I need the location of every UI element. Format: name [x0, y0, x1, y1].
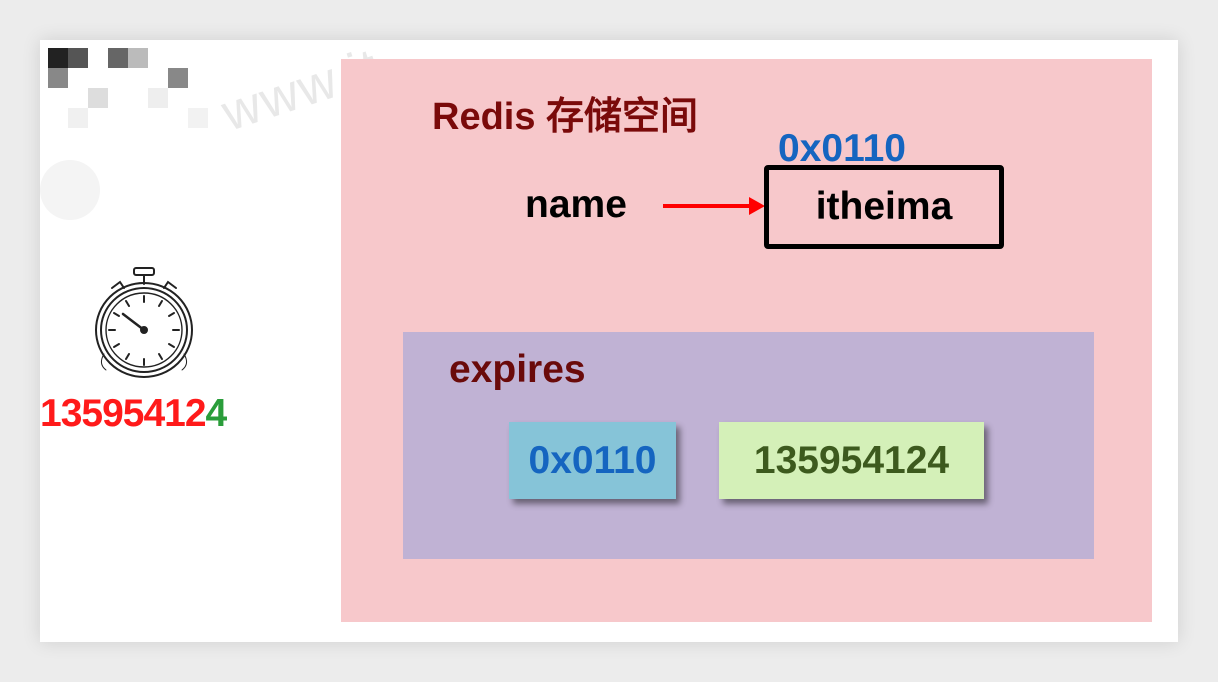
redis-storage-space: Redis 存储空间 0x0110 name itheima expires 0…	[341, 59, 1152, 622]
redis-title: Redis 存储空间	[432, 96, 699, 138]
timer-value: 135954124	[40, 392, 228, 436]
value-box: itheima	[764, 165, 1004, 249]
arrow-icon	[663, 197, 765, 215]
expires-area: expires 0x0110 135954124	[403, 332, 1094, 559]
expires-label: expires	[449, 348, 586, 391]
watermark: www.it	[40, 40, 387, 240]
timer-value-digits: 13595412	[40, 392, 207, 435]
timer-value-last-digit: 4	[205, 392, 228, 435]
key-name: name	[525, 183, 627, 226]
expires-timestamp-box: 135954124	[719, 422, 984, 499]
stopwatch-icon	[90, 264, 202, 384]
value-text: itheima	[815, 185, 953, 228]
slide: www.it 135954124 Redis 存储空间 0x0110 name …	[40, 40, 1178, 642]
expires-address-box: 0x0110	[509, 422, 676, 499]
